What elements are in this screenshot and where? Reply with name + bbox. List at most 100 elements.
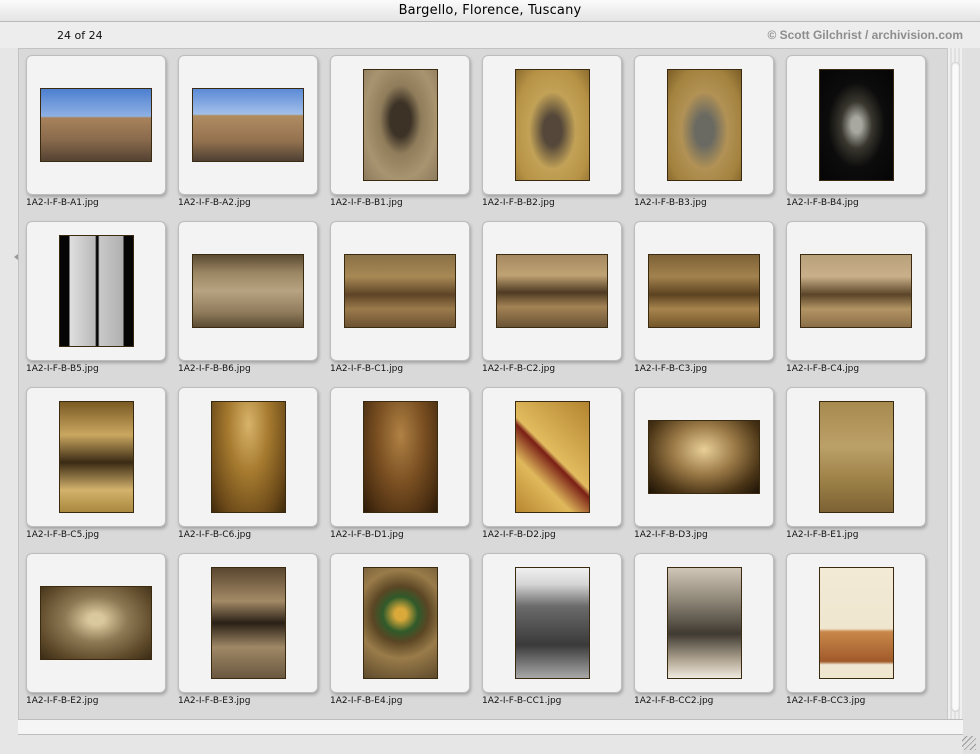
slide-frame[interactable] [482,387,622,527]
slide-frame[interactable] [26,553,166,693]
thumbnail-item[interactable]: 1A2-I-F-B-B5.jpg [26,221,166,387]
slide-frame[interactable] [634,553,774,693]
slide-frame[interactable] [178,553,318,693]
slide-frame[interactable] [26,55,166,195]
thumbnail-image[interactable] [515,401,590,513]
slide-frame[interactable] [482,55,622,195]
thumbnail-item[interactable]: 1A2-I-F-B-C4.jpg [786,221,926,387]
thumbnail-filename: 1A2-I-F-B-C4.jpg [786,364,860,374]
slide-frame[interactable] [26,221,166,361]
thumbnail-filename: 1A2-I-F-B-B6.jpg [178,364,251,374]
thumbnail-filename: 1A2-I-F-B-B2.jpg [482,198,555,208]
thumbnail-image[interactable] [211,401,286,513]
item-count: 24 of 24 [57,29,103,42]
thumbnail-filename: 1A2-I-F-B-C3.jpg [634,364,708,374]
thumbnail-image[interactable] [515,69,590,181]
thumbnail-item[interactable]: 1A2-I-F-B-E4.jpg [330,553,470,719]
resize-grip-icon[interactable] [962,736,976,750]
thumbnail-image[interactable] [40,586,152,660]
thumbnail-image[interactable] [800,254,912,328]
thumbnail-image[interactable] [363,401,438,513]
thumbnail-image[interactable] [59,235,134,347]
thumbnail-item[interactable]: 1A2-I-F-B-C3.jpg [634,221,774,387]
copyright-credit: © Scott Gilchrist / archivision.com [767,28,963,42]
thumbnail-image[interactable] [648,420,760,494]
slide-frame[interactable] [634,55,774,195]
thumbnail-item[interactable]: 1A2-I-F-B-E1.jpg [786,387,926,553]
slide-frame[interactable] [786,221,926,361]
thumbnail-filename: 1A2-I-F-B-CC1.jpg [482,696,562,706]
thumbnail-filename: 1A2-I-F-B-CC2.jpg [634,696,714,706]
thumbnail-item[interactable]: 1A2-I-F-B-C5.jpg [26,387,166,553]
thumbnail-image[interactable] [192,88,304,162]
thumbnail-filename: 1A2-I-F-B-C5.jpg [26,530,100,540]
thumbnail-image[interactable] [648,254,760,328]
thumbnail-filename: 1A2-I-F-B-A1.jpg [26,198,99,208]
thumbnail-filename: 1A2-I-F-B-E4.jpg [330,696,403,706]
slide-frame[interactable] [178,387,318,527]
thumbnail-item[interactable]: 1A2-I-F-B-E3.jpg [178,553,318,719]
thumbnail-filename: 1A2-I-F-B-B3.jpg [634,198,707,208]
thumbnail-filename: 1A2-I-F-B-B1.jpg [330,198,403,208]
slide-frame[interactable] [482,553,622,693]
thumbnail-filename: 1A2-I-F-B-B5.jpg [26,364,99,374]
thumbnail-item[interactable]: 1A2-I-F-B-A2.jpg [178,55,318,221]
info-bar: 24 of 24 © Scott Gilchrist / archivision… [0,22,980,48]
thumbnail-filename: 1A2-I-F-B-C2.jpg [482,364,556,374]
thumbnail-filename: 1A2-I-F-B-E2.jpg [26,696,99,706]
thumbnail-filename: 1A2-I-F-B-CC3.jpg [786,696,866,706]
thumbnail-image[interactable] [211,567,286,679]
vertical-scrollbar[interactable] [947,48,963,719]
slide-frame[interactable] [786,55,926,195]
thumbnail-filename: 1A2-I-F-B-D1.jpg [330,530,404,540]
slide-frame[interactable] [634,221,774,361]
thumbnail-image[interactable] [819,567,894,679]
thumbnail-image[interactable] [819,69,894,181]
thumbnail-item[interactable]: 1A2-I-F-B-B2.jpg [482,55,622,221]
thumbnail-item[interactable]: 1A2-I-F-B-A1.jpg [26,55,166,221]
thumbnail-item[interactable]: 1A2-I-F-B-D2.jpg [482,387,622,553]
thumbnail-item[interactable]: 1A2-I-F-B-CC2.jpg [634,553,774,719]
slide-frame[interactable] [482,221,622,361]
thumbnail-item[interactable]: 1A2-I-F-B-C2.jpg [482,221,622,387]
thumbnail-item[interactable]: 1A2-I-F-B-B1.jpg [330,55,470,221]
thumbnail-item[interactable]: 1A2-I-F-B-B6.jpg [178,221,318,387]
thumbnail-filename: 1A2-I-F-B-B4.jpg [786,198,859,208]
thumbnail-item[interactable]: 1A2-I-F-B-CC1.jpg [482,553,622,719]
thumbnail-image[interactable] [515,567,590,679]
thumbnail-image[interactable] [59,401,134,513]
thumbnail-image[interactable] [496,254,608,328]
slide-frame[interactable] [178,221,318,361]
slide-frame[interactable] [330,387,470,527]
slide-frame[interactable] [330,221,470,361]
thumbnail-item[interactable]: 1A2-I-F-B-C1.jpg [330,221,470,387]
thumbnail-item[interactable]: 1A2-I-F-B-D3.jpg [634,387,774,553]
thumbnail-image[interactable] [40,88,152,162]
slide-frame[interactable] [26,387,166,527]
slide-frame[interactable] [786,387,926,527]
slide-frame[interactable] [178,55,318,195]
thumbnail-item[interactable]: 1A2-I-F-B-D1.jpg [330,387,470,553]
thumbnail-image[interactable] [363,567,438,679]
thumbnail-filename: 1A2-I-F-B-D2.jpg [482,530,556,540]
slide-frame[interactable] [634,387,774,527]
thumbnail-item[interactable]: 1A2-I-F-B-B4.jpg [786,55,926,221]
thumbnail-image[interactable] [667,69,742,181]
window-title: Bargello, Florence, Tuscany [0,0,980,22]
thumbnail-image[interactable] [667,567,742,679]
thumbnail-image[interactable] [344,254,456,328]
slide-frame[interactable] [786,553,926,693]
thumbnail-item[interactable]: 1A2-I-F-B-B3.jpg [634,55,774,221]
thumbnail-image[interactable] [819,401,894,513]
slide-frame[interactable] [330,55,470,195]
thumbnail-image[interactable] [192,254,304,328]
thumbnail-item[interactable]: 1A2-I-F-B-C6.jpg [178,387,318,553]
slide-frame[interactable] [330,553,470,693]
scrollbar-thumb[interactable] [951,62,960,712]
thumbnail-item[interactable]: 1A2-I-F-B-CC3.jpg [786,553,926,719]
thumbnail-image[interactable] [363,69,438,181]
thumbnail-filename: 1A2-I-F-B-D3.jpg [634,530,708,540]
horizontal-scrollbar[interactable] [18,719,963,735]
thumbnail-item[interactable]: 1A2-I-F-B-E2.jpg [26,553,166,719]
thumbnail-grid: 1A2-I-F-B-A1.jpg 1A2-I-F-B-A2.jpg 1A2-I-F-… [18,48,947,719]
